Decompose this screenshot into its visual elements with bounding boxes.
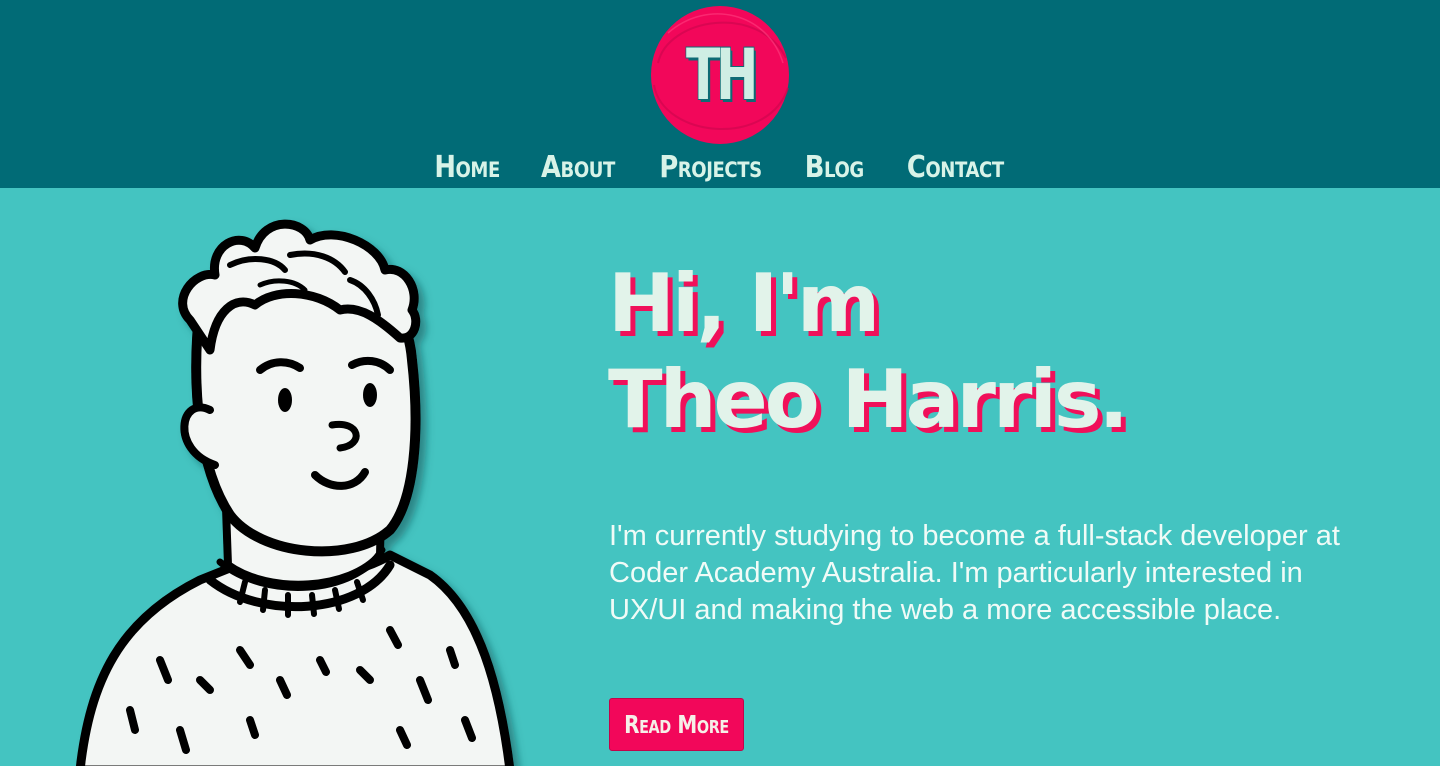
avatar-illustration-icon — [60, 210, 530, 766]
nav-contact[interactable]: Contact — [906, 148, 1003, 188]
hero-heading: Hi, I'm Theo Harris. — [608, 256, 1308, 448]
site-header: TH Home About Projects Blog Contact — [0, 0, 1440, 188]
read-more-label: Read More — [624, 710, 729, 739]
nav-about[interactable]: About — [541, 148, 615, 188]
greeting-line-1: Hi, I'm — [608, 257, 880, 350]
read-more-button[interactable]: Read More — [609, 698, 744, 751]
intro-paragraph: I'm currently studying to become a full-… — [609, 520, 1340, 626]
nav-projects[interactable]: Projects — [659, 148, 762, 188]
main-nav: Home About Projects Blog Contact — [0, 148, 1440, 188]
nav-blog[interactable]: Blog — [805, 148, 864, 188]
logo-badge[interactable]: TH — [648, 3, 792, 147]
hero-section: Hi, I'm Theo Harris. I'm currently study… — [0, 188, 1440, 766]
nav-home[interactable]: Home — [434, 148, 500, 188]
logo-initials: TH — [686, 34, 758, 116]
greeting-line-2: Theo Harris. — [608, 353, 1129, 446]
